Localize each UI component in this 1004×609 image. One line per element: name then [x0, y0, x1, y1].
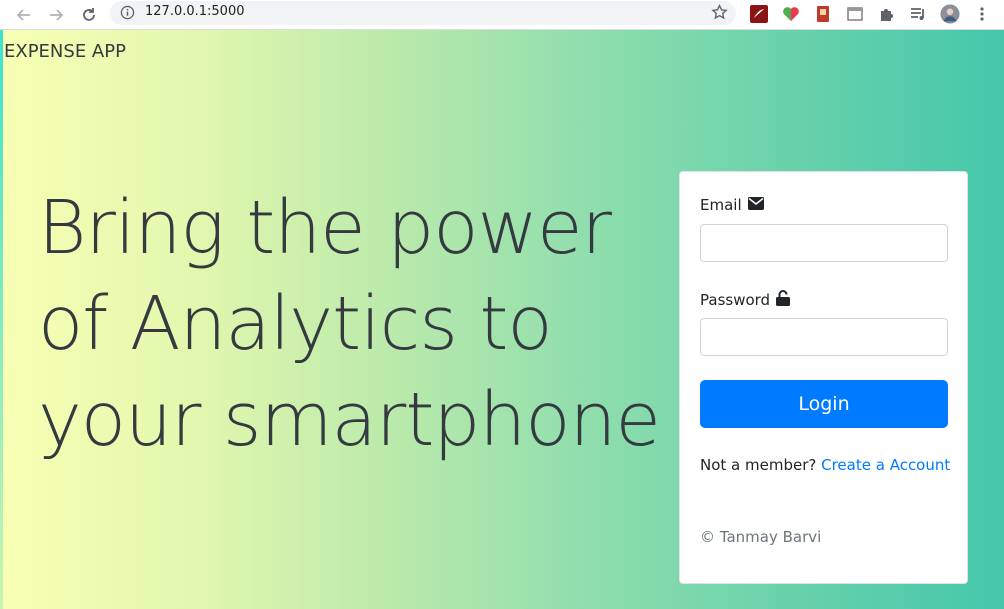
copyright-text: © Tanmay Barvi [700, 528, 822, 546]
hero-heading: Bring the power of Analytics to your sma… [38, 180, 661, 468]
email-field[interactable] [700, 224, 948, 262]
create-account-link[interactable]: Create a Account [821, 456, 950, 474]
password-field[interactable] [700, 318, 948, 356]
url-text[interactable]: 127.0.0.1:5000 [145, 4, 245, 19]
acrobat-extension-icon[interactable] [749, 4, 769, 24]
more-menu-icon[interactable] [972, 4, 992, 24]
page-background: EXPENSE APP Bring the power of Analytics… [0, 30, 1004, 609]
address-bar[interactable]: 127.0.0.1:5000 [110, 1, 736, 25]
hero-line-3: your smartphone [38, 377, 661, 463]
reading-list-icon[interactable] [908, 4, 928, 24]
hero-line-2: of Analytics to [38, 281, 553, 367]
password-label-text: Password [700, 291, 771, 309]
login-card: Email Password Login Not a member? Creat… [679, 171, 968, 584]
member-prompt-text: Not a member? [700, 456, 817, 474]
reload-icon[interactable] [77, 3, 101, 27]
login-button[interactable]: Login [700, 380, 948, 428]
member-prompt: Not a member? Create a Account [700, 456, 950, 474]
profile-avatar-icon[interactable] [940, 4, 960, 24]
browser-toolbar: 127.0.0.1:5000 [0, 0, 1004, 30]
hero-line-1: Bring the power [38, 185, 612, 271]
p-extension-icon[interactable] [813, 4, 833, 24]
email-label: Email [700, 196, 764, 214]
info-icon[interactable] [120, 5, 135, 24]
envelope-icon [747, 196, 764, 214]
password-label: Password [700, 290, 791, 310]
bookmark-star-icon[interactable] [711, 3, 728, 25]
forward-arrow-icon[interactable] [44, 3, 68, 27]
unlock-icon [776, 290, 791, 310]
tab-extension-icon[interactable] [845, 4, 865, 24]
heart-extension-icon[interactable] [781, 4, 801, 24]
puzzle-extensions-icon[interactable] [877, 4, 897, 24]
back-arrow-icon[interactable] [12, 3, 36, 27]
navbar-brand[interactable]: EXPENSE APP [4, 41, 126, 62]
email-label-text: Email [700, 196, 742, 214]
left-accent-strip [0, 30, 3, 609]
